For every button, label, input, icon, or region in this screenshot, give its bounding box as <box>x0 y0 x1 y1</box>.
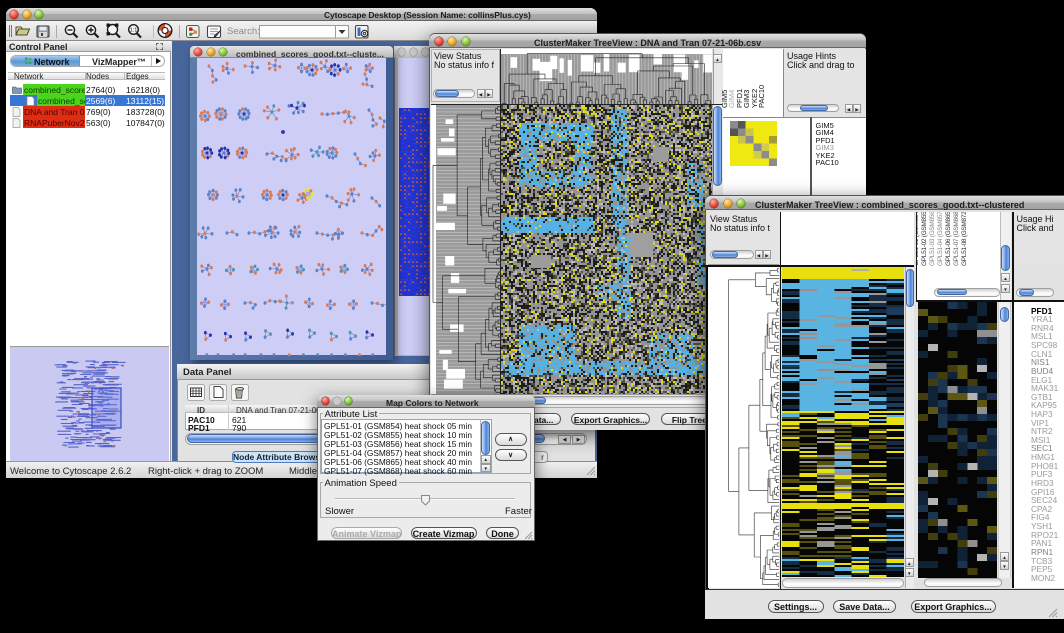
svg-text:1:1: 1:1 <box>130 28 138 34</box>
svg-text:Search:: Search: <box>227 26 260 37</box>
